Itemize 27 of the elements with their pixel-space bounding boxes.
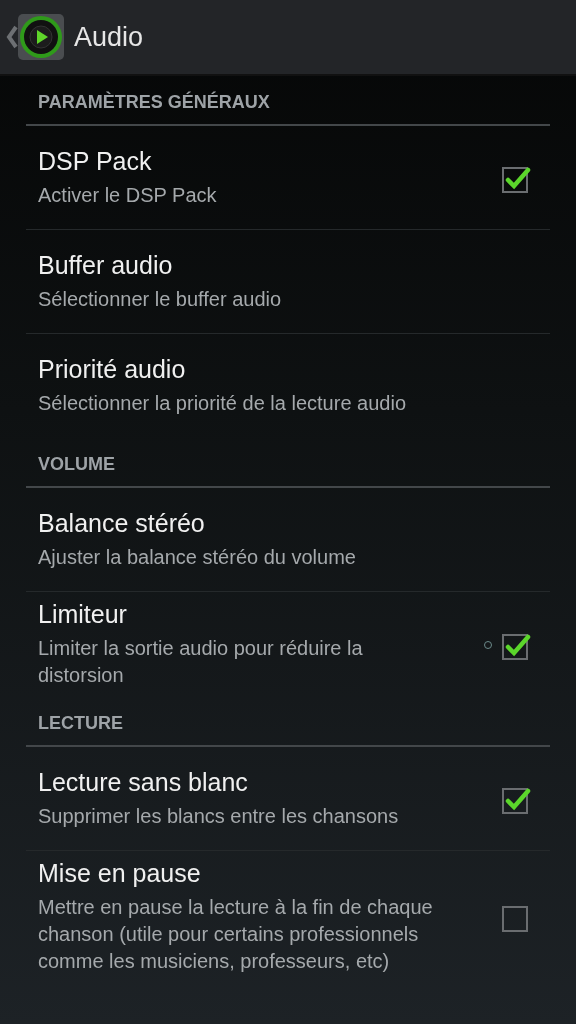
preference-title: Limiteur <box>38 600 128 629</box>
preference-item[interactable]: Lecture sans blanc Supprimer les blancs entre les chansons <box>26 747 550 851</box>
preference-item[interactable]: Balance stéréo Ajuster la balance stéréo du volume <box>26 488 550 592</box>
preference-summary: Limiter la sortie audio pour réduire la distorsion <box>38 636 364 688</box>
section-header: PARAMÈTRES GÉNÉRAUX <box>38 91 270 113</box>
preference-title: Buffer audio <box>38 250 174 280</box>
section-header: LECTURE <box>38 712 123 734</box>
preference-title: Balance stéréo <box>38 508 206 538</box>
back-icon <box>6 25 18 49</box>
app-logo-icon <box>16 12 66 62</box>
preference-item[interactable]: Buffer audio Sélectionner le buffer audio <box>26 230 550 334</box>
section-header: VOLUME <box>38 453 115 475</box>
preference-item[interactable]: Priorité audio Sélectionner la priorité de la lecture audio <box>26 334 550 438</box>
preference-summary: Activer le DSP Pack <box>38 182 218 208</box>
preference-title: Lecture sans blanc <box>38 767 249 797</box>
preference-title: Priorité audio <box>38 355 187 384</box>
preference-summary: Mettre en pause la lecture à la fin de chaque chanson (utile pour certains professionnels comme les musiciens, professeurs, etc) <box>38 895 434 974</box>
preference-item[interactable]: DSP Pack Activer le DSP Pack <box>26 126 550 230</box>
preference-summary: Sélectionner la priorité de la lecture audio <box>38 391 407 416</box>
preference-title: DSP Pack <box>38 146 153 176</box>
preference-item[interactable]: Mise en pause Mettre en pause la lecture à la fin de chaque chanson (utile pour certains professionnels comme les musiciens, professeurs, etc) <box>26 851 550 983</box>
screen-title: Audio <box>74 21 144 53</box>
preference-summary: Supprimer les blancs entre les chansons <box>38 803 400 829</box>
preference-summary: Sélectionner le buffer audio <box>38 286 283 312</box>
preference-summary: Ajuster la balance stéréo du volume <box>38 544 357 570</box>
preference-title: Mise en pause <box>38 859 202 888</box>
preference-item[interactable]: Limiteur Limiter la sortie audio pour réduire la distorsion <box>26 592 550 697</box>
